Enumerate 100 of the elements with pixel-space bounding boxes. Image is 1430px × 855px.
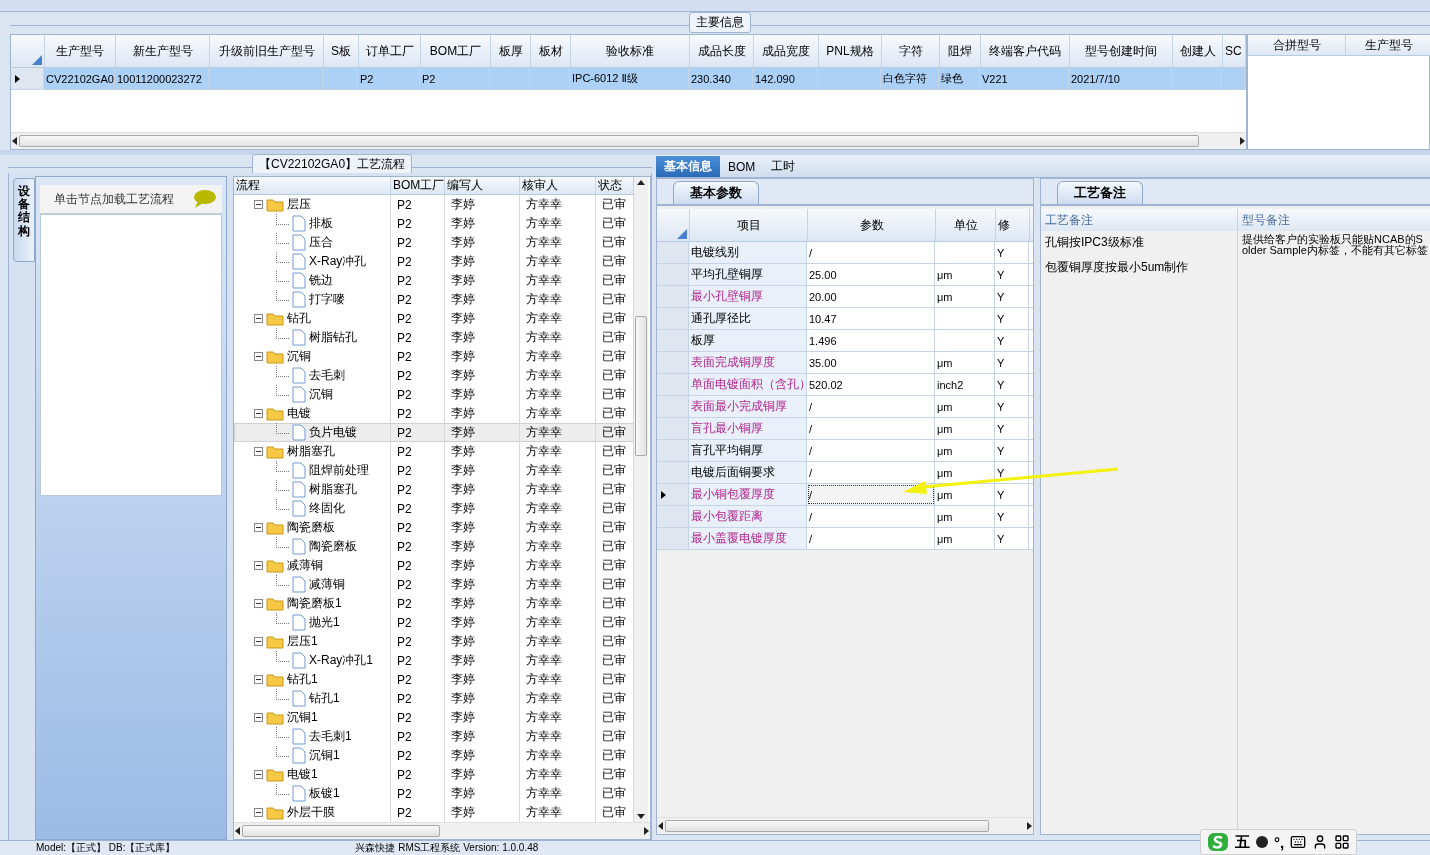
input-mode[interactable]: 五 bbox=[1235, 832, 1250, 852]
scroll-up-icon[interactable] bbox=[636, 179, 646, 186]
collapse-icon[interactable] bbox=[254, 560, 263, 570]
row-header[interactable] bbox=[657, 484, 689, 505]
column-header[interactable]: 板材 bbox=[531, 35, 571, 67]
column-header[interactable]: 核审人 bbox=[520, 177, 596, 194]
punctuation-mode[interactable]: °, bbox=[1274, 833, 1285, 851]
column-header[interactable]: 生产型号 bbox=[1346, 35, 1430, 55]
node-label: 钻孔1 bbox=[287, 671, 318, 688]
scroll-down-icon[interactable] bbox=[636, 813, 646, 820]
parameter-value[interactable]: / bbox=[807, 242, 935, 263]
column-header[interactable]: 成品长度 bbox=[690, 35, 754, 67]
parameter-value[interactable]: 35.00 bbox=[807, 352, 935, 373]
column-header[interactable]: 成品宽度 bbox=[754, 35, 819, 67]
column-header[interactable]: S板 bbox=[324, 35, 359, 67]
horizontal-scrollbar[interactable] bbox=[657, 817, 1033, 834]
horizontal-scrollbar[interactable] bbox=[11, 132, 1246, 149]
node-label: 层压1 bbox=[287, 633, 318, 650]
collapse-icon[interactable] bbox=[254, 807, 263, 817]
row-pointer-icon bbox=[15, 74, 20, 83]
row-header[interactable] bbox=[11, 68, 44, 89]
scrollbar-thumb[interactable] bbox=[665, 820, 989, 832]
scrollbar-thumb[interactable] bbox=[242, 825, 440, 837]
collapse-icon[interactable] bbox=[254, 522, 263, 532]
parameter-name: 电镀后面铜要求 bbox=[689, 462, 807, 483]
column-header[interactable]: SC bbox=[1223, 35, 1246, 67]
keyboard-icon[interactable] bbox=[1290, 834, 1307, 850]
scroll-right-icon[interactable] bbox=[1025, 821, 1033, 831]
table-row[interactable]: CV22102GA0 10011200023272 P2 P2 IPC-6012 Ⅱ级 230.340 142.090 白色字符 绿色 V221 2021/7/10 bbox=[11, 68, 1246, 90]
node-label: X-Ray冲孔1 bbox=[309, 652, 373, 669]
collapse-icon[interactable] bbox=[254, 199, 263, 209]
column-header[interactable]: 订单工厂 bbox=[359, 35, 421, 67]
scrollbar-thumb[interactable] bbox=[635, 316, 647, 456]
parameter-value[interactable]: 20.00 bbox=[807, 286, 935, 307]
scrollbar-thumb[interactable] bbox=[19, 135, 1199, 147]
node-label: 压合 bbox=[309, 234, 333, 251]
document-icon bbox=[292, 424, 306, 441]
document-icon bbox=[292, 215, 306, 232]
parameter-name: 通孔厚径比 bbox=[689, 308, 807, 329]
parameter-value[interactable]: 25.00 bbox=[807, 264, 935, 285]
parameter-value[interactable]: / bbox=[807, 440, 935, 461]
column-header[interactable]: 阻焊 bbox=[940, 35, 981, 67]
vertical-scrollbar[interactable] bbox=[634, 177, 648, 822]
scroll-right-icon[interactable] bbox=[642, 826, 650, 836]
parameter-value[interactable]: / bbox=[807, 418, 935, 439]
column-header[interactable]: 生产型号 bbox=[45, 35, 116, 67]
column-header[interactable]: BOM工厂 bbox=[421, 35, 491, 67]
parameter-value[interactable]: 1.496 bbox=[807, 330, 935, 351]
parameter-value[interactable]: 10.47 bbox=[807, 308, 935, 329]
tab[interactable]: 基本信息 bbox=[656, 156, 720, 177]
corner-icon bbox=[677, 229, 687, 239]
input-method-bar[interactable]: 五 °, bbox=[1200, 829, 1358, 855]
parameter-value[interactable]: / bbox=[807, 528, 935, 549]
column-header[interactable]: 项目 bbox=[690, 209, 808, 241]
column-header[interactable]: 编写人 bbox=[445, 177, 520, 194]
grid-icon[interactable] bbox=[1334, 834, 1351, 850]
column-header[interactable]: 新生产型号 bbox=[116, 35, 210, 67]
parameter-value[interactable]: / bbox=[807, 396, 935, 417]
side-tab[interactable]: 设备结构 bbox=[13, 178, 35, 262]
tab[interactable]: 工艺备注 bbox=[1057, 181, 1143, 204]
column-header[interactable]: 型号备注 bbox=[1238, 209, 1430, 231]
column-header[interactable]: 验收标准 bbox=[571, 35, 690, 67]
column-header[interactable]: 型号创建时间 bbox=[1070, 35, 1173, 67]
column-header[interactable]: 修 bbox=[996, 209, 1030, 241]
column-header[interactable]: 字符 bbox=[882, 35, 940, 67]
tree-row[interactable]: 负片电镀 P2 李婷 方幸幸 已审 bbox=[234, 423, 634, 442]
horizontal-scrollbar[interactable] bbox=[234, 822, 650, 839]
collapse-icon[interactable] bbox=[254, 712, 263, 722]
collapse-icon[interactable] bbox=[254, 446, 263, 456]
tab[interactable]: 基本参数 bbox=[673, 181, 759, 204]
collapse-icon[interactable] bbox=[254, 408, 263, 418]
column-header[interactable]: 合拼型号 bbox=[1248, 35, 1346, 55]
collapse-icon[interactable] bbox=[254, 598, 263, 608]
document-icon bbox=[292, 481, 306, 498]
folder-icon bbox=[266, 805, 284, 820]
table-cell: CV22102GA0 bbox=[44, 68, 115, 89]
parameter-value[interactable]: 520.02 bbox=[807, 374, 935, 395]
parameter-value[interactable]: / bbox=[807, 506, 935, 527]
scroll-right-icon[interactable] bbox=[1238, 136, 1246, 146]
column-header[interactable]: 流程 bbox=[234, 177, 391, 194]
column-header[interactable]: BOM工厂 bbox=[391, 177, 445, 194]
column-header[interactable]: 板厚 bbox=[491, 35, 531, 67]
column-header[interactable]: PNL规格 bbox=[819, 35, 882, 67]
tab[interactable]: 工时 bbox=[763, 156, 804, 177]
table-cell: Y bbox=[995, 308, 1029, 329]
collapse-icon[interactable] bbox=[254, 351, 263, 361]
column-header[interactable]: 单位 bbox=[936, 209, 996, 241]
collapse-icon[interactable] bbox=[254, 769, 263, 779]
tab[interactable]: BOM bbox=[720, 156, 764, 177]
parameter-value[interactable]: / bbox=[807, 484, 935, 505]
column-header[interactable]: 参数 bbox=[808, 209, 936, 241]
column-header[interactable]: 工艺备注 bbox=[1041, 209, 1238, 231]
collapse-icon[interactable] bbox=[254, 636, 263, 646]
node-label: X-Ray冲孔 bbox=[309, 253, 367, 270]
column-header[interactable]: 创建人 bbox=[1173, 35, 1223, 67]
collapse-icon[interactable] bbox=[254, 674, 263, 684]
collapse-icon[interactable] bbox=[254, 313, 263, 323]
table-cell: Y bbox=[995, 506, 1029, 527]
column-header[interactable]: 升级前旧生产型号 bbox=[210, 35, 324, 67]
column-header[interactable]: 终端客户代码 bbox=[981, 35, 1070, 67]
